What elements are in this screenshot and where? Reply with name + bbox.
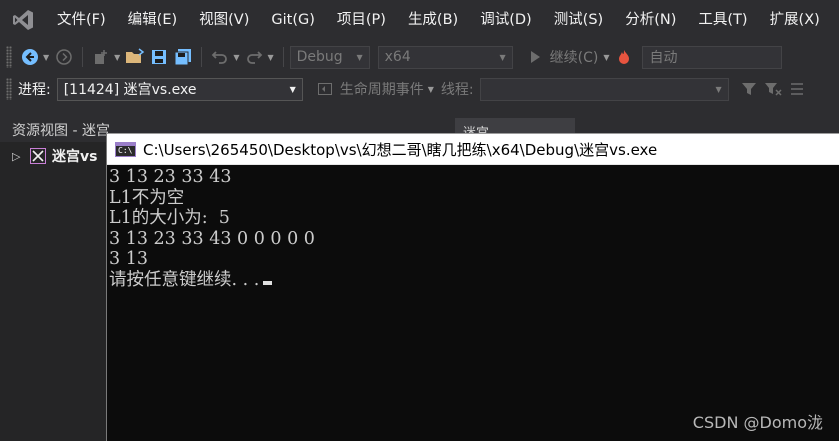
visual-studio-logo-icon[interactable]: [0, 0, 46, 40]
redo-icon[interactable]: [243, 46, 265, 68]
console-app-icon: C:\: [115, 141, 136, 157]
chevron-down-icon: ▼: [715, 84, 722, 94]
save-icon[interactable]: [148, 46, 170, 68]
resource-tree-item-label: 迷宫vs: [52, 149, 98, 165]
stack-frame-icon[interactable]: [786, 78, 808, 100]
console-line: 请按任意键继续. . .: [109, 269, 260, 290]
resource-tree-item[interactable]: ▷ 迷宫vs: [12, 146, 97, 166]
chevron-down-icon[interactable]: ▼: [43, 53, 49, 62]
debug-location-toolbar: 进程: [11424] 迷宫vs.exe ▼ 生命周期事件 ▼ 线程: ▼: [0, 74, 839, 104]
menu-analyze[interactable]: 分析(N): [614, 0, 687, 40]
console-output[interactable]: 3 13 23 33 43 L1不为空 L1的大小为: 5 3 13 23 33…: [107, 165, 839, 290]
play-icon[interactable]: [524, 46, 546, 68]
toolbar-grip[interactable]: [6, 78, 12, 100]
chevron-down-icon: ▼: [289, 84, 296, 94]
lifecycle-events-icon[interactable]: [314, 78, 336, 100]
chevron-down-icon[interactable]: ▼: [267, 53, 273, 62]
filter-icon[interactable]: [738, 78, 760, 100]
process-value: [11424] 迷宫vs.exe: [63, 82, 197, 98]
solution-platform-value: x64: [384, 49, 411, 65]
standard-toolbar: ▼ ▼ ▼ ▼ Debug ▼ x64 ▼ 继续(C) ▼ 自动: [0, 40, 839, 74]
thread-label: 线程:: [440, 82, 474, 98]
resource-view-title: 资源视图 - 迷宫: [12, 123, 110, 139]
solution-platform-combo[interactable]: x64 ▼: [377, 45, 513, 69]
toolbar-separator: [282, 47, 284, 67]
console-prompt-line: 请按任意键继续. . .: [109, 270, 839, 291]
console-line: 3 13 23 33 43: [109, 167, 232, 187]
menu-extensions[interactable]: 扩展(X): [759, 0, 831, 40]
menu-file[interactable]: 文件(F): [46, 0, 117, 40]
auto-combo-value: 自动: [649, 50, 678, 66]
text-cursor: [263, 280, 273, 285]
new-project-icon[interactable]: [90, 46, 112, 68]
console-title-bar[interactable]: C:\ C:\Users\265450\Desktop\vs\幻想二哥\瞎几把练…: [107, 134, 839, 165]
menu-build[interactable]: 生成(B): [397, 0, 469, 40]
thread-combo[interactable]: ▼: [479, 77, 729, 101]
menu-project[interactable]: 项目(P): [326, 0, 397, 40]
chevron-down-icon[interactable]: ▼: [114, 53, 120, 62]
undo-icon[interactable]: [209, 46, 231, 68]
menu-git[interactable]: Git(G): [260, 0, 326, 40]
open-folder-icon[interactable]: [124, 46, 146, 68]
console-line: L1的大小为: 5: [109, 208, 230, 228]
console-window[interactable]: C:\ C:\Users\265450\Desktop\vs\幻想二哥\瞎几把练…: [106, 133, 839, 441]
menu-view[interactable]: 视图(V): [188, 0, 260, 40]
menu-edit[interactable]: 编辑(E): [117, 0, 188, 40]
console-line: 3 13 23 33 43 0 0 0 0 0: [109, 228, 315, 249]
auto-combo[interactable]: 自动: [642, 45, 783, 69]
menu-bar: 文件(F) 编辑(E) 视图(V) Git(G) 项目(P) 生成(B) 调试(…: [0, 0, 839, 40]
chevron-down-icon: ▼: [499, 52, 506, 62]
toolbar-separator: [201, 47, 203, 67]
process-combo[interactable]: [11424] 迷宫vs.exe ▼: [56, 77, 303, 101]
resource-file-icon: [30, 148, 46, 164]
continue-button[interactable]: 继续(C): [550, 47, 599, 67]
save-all-icon[interactable]: [172, 46, 194, 68]
expand-arrow-icon[interactable]: ▷: [12, 150, 30, 163]
chevron-down-icon[interactable]: ▼: [603, 53, 609, 62]
hot-reload-flame-icon[interactable]: [613, 46, 635, 68]
menu-tools[interactable]: 工具(T): [687, 0, 758, 40]
filter-clear-icon[interactable]: [762, 78, 784, 100]
chevron-down-icon[interactable]: ▼: [428, 85, 434, 94]
process-label: 进程:: [18, 82, 51, 98]
lifecycle-events-button[interactable]: 生命周期事件: [340, 79, 424, 99]
solution-config-value: Debug: [296, 49, 343, 65]
chevron-down-icon: ▼: [356, 52, 363, 62]
solution-config-combo[interactable]: Debug ▼: [289, 45, 370, 69]
navigate-forward-icon[interactable]: [53, 46, 75, 68]
toolbar-separator: [82, 47, 84, 67]
navigate-back-icon[interactable]: [19, 46, 41, 68]
menu-debug[interactable]: 调试(D): [469, 0, 542, 40]
menu-test[interactable]: 测试(S): [543, 0, 615, 40]
toolbar-grip[interactable]: [6, 46, 12, 68]
console-line: L1不为空: [109, 187, 185, 208]
console-title-text: C:\Users\265450\Desktop\vs\幻想二哥\瞎几把练\x64…: [143, 140, 658, 159]
watermark: CSDN @Domo泷: [692, 413, 823, 432]
resource-view-panel: [0, 142, 106, 441]
chevron-down-icon[interactable]: ▼: [233, 53, 239, 62]
console-line: 3 13: [109, 249, 148, 269]
